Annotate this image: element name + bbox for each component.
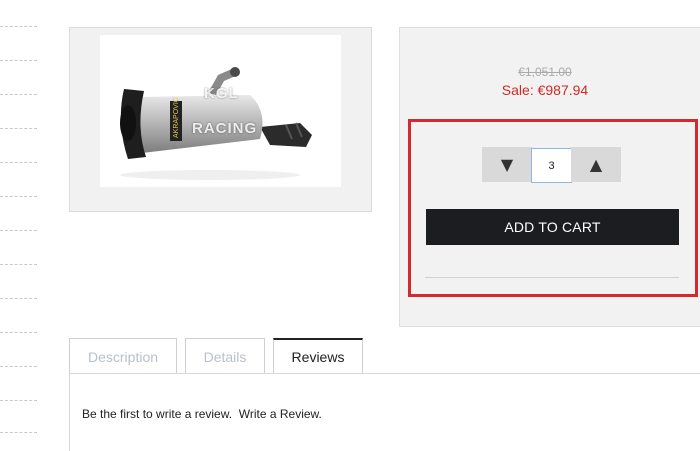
- watermark-text: KGL: [204, 85, 239, 102]
- quantity-decrement-button[interactable]: ▼: [482, 147, 532, 182]
- separator-line: [0, 332, 37, 333]
- write-review-link[interactable]: Write a Review.: [239, 407, 322, 421]
- brand-logo-text: AKRAPOVIC: [173, 97, 180, 138]
- quantity-increment-button[interactable]: ▲: [571, 147, 621, 182]
- separator-line: [0, 94, 37, 95]
- cart-highlight-box: [408, 119, 698, 297]
- tab-label: Details: [203, 348, 247, 365]
- divider: [425, 277, 679, 278]
- tab-label: Description: [87, 348, 159, 365]
- separator-line: [0, 128, 37, 129]
- separator-line: [0, 264, 37, 265]
- original-price: €1,051.00: [518, 65, 572, 79]
- separator-line: [0, 366, 37, 367]
- quantity-input[interactable]: [531, 148, 572, 183]
- tab-details[interactable]: Details: [185, 338, 265, 374]
- no-reviews-text: Be the first to write a review.: [82, 407, 233, 421]
- separator-line: [0, 26, 37, 27]
- separator-line: [0, 230, 37, 231]
- separator-line: [0, 298, 37, 299]
- watermark-text: RACING: [192, 120, 258, 137]
- reviews-message: Be the first to write a review. Write a …: [82, 407, 322, 421]
- product-image-frame: AKRAPOVIC KGL RACING: [69, 27, 372, 212]
- reviews-panel: Be the first to write a review. Write a …: [69, 373, 700, 451]
- separator-line: [0, 196, 37, 197]
- separator-line: [0, 162, 37, 163]
- tab-description[interactable]: Description: [69, 338, 177, 374]
- purchase-panel: €1,051.00 Sale: €987.94 ▼ ▲ ADD TO CART: [399, 27, 700, 327]
- tab-reviews[interactable]: Reviews: [273, 338, 363, 374]
- exhaust-muffler-illustration: AKRAPOVIC: [120, 67, 312, 180]
- product-image[interactable]: AKRAPOVIC KGL RACING: [100, 35, 341, 187]
- add-to-cart-button[interactable]: ADD TO CART: [426, 209, 679, 245]
- sidebar-separators: [0, 0, 40, 451]
- tab-label: Reviews: [291, 349, 345, 365]
- separator-line: [0, 60, 37, 61]
- chevron-down-icon: ▼: [500, 155, 514, 174]
- chevron-up-icon: ▲: [589, 155, 603, 174]
- separator-line: [0, 432, 37, 433]
- sale-price: Sale: €987.94: [501, 82, 589, 98]
- separator-line: [0, 400, 37, 401]
